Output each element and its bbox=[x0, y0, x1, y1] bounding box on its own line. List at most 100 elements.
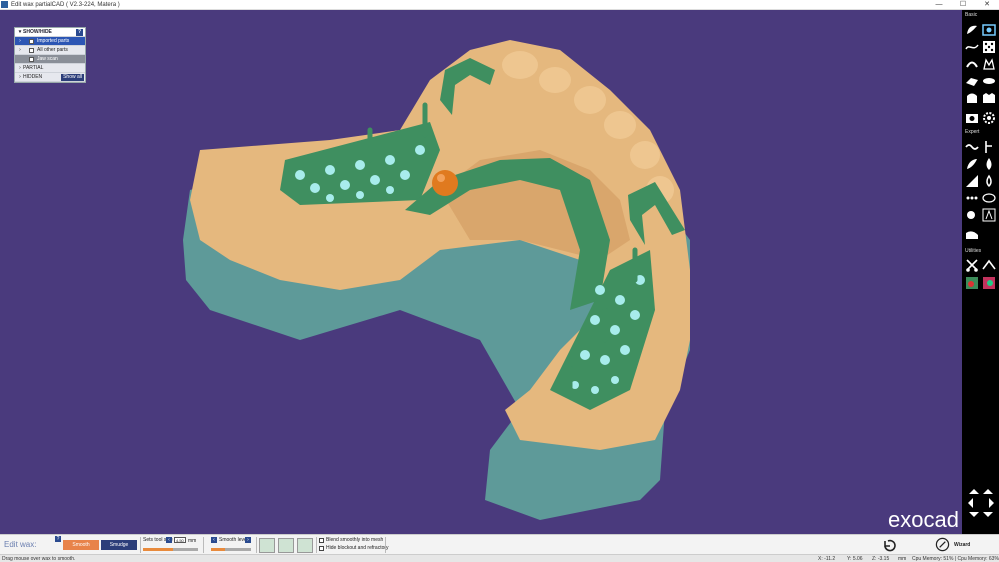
grid-icon[interactable] bbox=[982, 191, 996, 205]
undo-button[interactable] bbox=[882, 538, 896, 552]
divider bbox=[316, 537, 317, 553]
hide-blockout-label: Hide blockout and refractory bbox=[326, 545, 389, 551]
wizard-button[interactable]: Wizard bbox=[935, 536, 995, 554]
preset-thumbnail-3[interactable] bbox=[297, 538, 313, 553]
status-hint: Drag mouse over wax to smooth. bbox=[2, 556, 76, 562]
jaw-model[interactable] bbox=[0, 10, 962, 534]
scissors-icon[interactable] bbox=[965, 258, 979, 272]
help-button[interactable]: ? bbox=[76, 29, 83, 36]
right-toolbar: Basic Expert Utilities bbox=[962, 10, 999, 534]
section-expert: Expert bbox=[965, 129, 980, 135]
water-icon[interactable] bbox=[982, 174, 996, 188]
tool-size-slider[interactable] bbox=[143, 548, 198, 551]
smooth-level-increase-button[interactable]: › bbox=[245, 537, 251, 543]
window-title: Edit wax partialCAD ( V2.3-224, Matera ) bbox=[11, 1, 120, 8]
maximize-button[interactable]: ☐ bbox=[951, 0, 975, 10]
show-hide-panel: ▾ SHOW/HIDE ? › Imported parts › All oth… bbox=[14, 27, 86, 83]
wizard-label: Wizard bbox=[954, 542, 971, 548]
divider bbox=[385, 537, 386, 553]
section-utilities: Utilities bbox=[965, 248, 982, 254]
plate-icon[interactable] bbox=[965, 74, 979, 88]
wave-icon[interactable] bbox=[965, 140, 979, 154]
list-item-label: All other parts bbox=[37, 47, 68, 53]
expand-icon[interactable]: › bbox=[17, 38, 23, 44]
tool-cursor-ball bbox=[432, 170, 458, 196]
divider bbox=[203, 537, 204, 553]
tool-options-panel: Edit wax: ? Smooth Smudge Sets tool size… bbox=[0, 534, 999, 554]
wire-icon[interactable] bbox=[965, 40, 979, 54]
drop-icon[interactable] bbox=[982, 157, 996, 171]
minimize-button[interactable]: — bbox=[927, 0, 951, 10]
hidden-label: HIDDEN bbox=[23, 74, 43, 80]
undo-icon bbox=[884, 539, 896, 552]
smooth-button[interactable]: Smooth bbox=[63, 540, 99, 550]
expand-icon[interactable]: › bbox=[17, 47, 23, 53]
visibility-checkbox[interactable] bbox=[29, 56, 34, 62]
close-button[interactable]: ✕ bbox=[975, 0, 999, 10]
title-bar: Edit wax partialCAD ( V2.3-224, Matera )… bbox=[0, 0, 999, 10]
base-icon[interactable] bbox=[965, 227, 979, 241]
exocad-logo: exocad bbox=[888, 507, 959, 532]
model-green-icon[interactable] bbox=[965, 276, 979, 290]
preset-thumbnail-2[interactable] bbox=[278, 538, 294, 553]
model-red-icon[interactable] bbox=[982, 276, 996, 290]
list-item-all-other-parts[interactable]: › All other parts bbox=[15, 46, 85, 55]
gear-icon[interactable] bbox=[982, 111, 996, 125]
decrease-size-button[interactable]: ‹ bbox=[166, 537, 172, 543]
texture-icon[interactable] bbox=[965, 174, 979, 188]
sculpt-icon[interactable] bbox=[965, 208, 979, 222]
divider bbox=[256, 537, 257, 553]
text-icon[interactable] bbox=[982, 208, 996, 222]
list-item-jaw-scan[interactable]: Jaw scan bbox=[15, 55, 85, 64]
dots-icon[interactable] bbox=[965, 191, 979, 205]
navigation-arrows-icon[interactable] bbox=[967, 488, 995, 518]
tooth-icon[interactable] bbox=[965, 91, 979, 105]
hide-blockout-checkbox[interactable] bbox=[319, 546, 324, 551]
preset-thumbnail-1[interactable] bbox=[259, 538, 275, 553]
partial-section[interactable]: › PARTIAL bbox=[15, 64, 85, 73]
coord-z: Z: -3.15 bbox=[872, 556, 890, 562]
window-controls: — ☐ ✕ bbox=[927, 0, 999, 10]
wizard-icon bbox=[935, 537, 950, 552]
tool-size-value[interactable]: 4.50 bbox=[174, 537, 186, 543]
wax-knife-icon[interactable] bbox=[965, 157, 979, 171]
coord-unit: mm bbox=[898, 556, 907, 562]
retention-icon[interactable] bbox=[982, 57, 996, 71]
visibility-checkbox[interactable] bbox=[29, 38, 34, 44]
tool-size-slider-fill bbox=[143, 548, 174, 551]
app-icon bbox=[1, 1, 8, 8]
partial-label: PARTIAL bbox=[23, 65, 44, 71]
scan-icon[interactable] bbox=[982, 23, 996, 37]
show-all-button[interactable]: Show all bbox=[61, 74, 84, 81]
smudge-button[interactable]: Smudge bbox=[101, 540, 137, 550]
section-basic: Basic bbox=[965, 12, 978, 18]
visibility-checkbox[interactable] bbox=[29, 47, 34, 53]
list-item-imported-parts[interactable]: › Imported parts bbox=[15, 37, 85, 46]
tool-size-unit: mm bbox=[188, 538, 197, 544]
3d-viewport[interactable]: ▾ SHOW/HIDE ? › Imported parts › All oth… bbox=[0, 10, 962, 534]
smooth-level-decrease-button[interactable]: ‹ bbox=[211, 537, 217, 543]
show-hide-title: SHOW/HIDE bbox=[23, 29, 52, 35]
memory-status: Cpu Memory: 51% | Cpu Memory: 63% bbox=[912, 556, 999, 562]
divider bbox=[140, 537, 141, 553]
camera-icon[interactable] bbox=[965, 111, 979, 125]
mesh-icon[interactable] bbox=[982, 40, 996, 54]
add-wax-icon[interactable] bbox=[965, 23, 979, 37]
show-hide-header[interactable]: ▾ SHOW/HIDE ? bbox=[15, 28, 85, 37]
probe-icon[interactable] bbox=[982, 140, 996, 154]
smooth-level-label: Smooth level bbox=[219, 537, 248, 543]
mode-title: Edit wax: bbox=[4, 540, 37, 549]
bar-icon[interactable] bbox=[982, 74, 996, 88]
help-button[interactable]: ? bbox=[55, 536, 61, 542]
smooth-level-slider[interactable] bbox=[211, 548, 251, 551]
hidden-section[interactable]: › HIDDEN Show all bbox=[15, 73, 85, 82]
clasp-icon[interactable] bbox=[965, 57, 979, 71]
cut-icon[interactable] bbox=[982, 258, 996, 272]
list-item-label: Jaw scan bbox=[37, 56, 58, 62]
teeth-icon[interactable] bbox=[982, 91, 996, 105]
list-item-label: Imported parts bbox=[37, 38, 70, 44]
smooth-level-slider-fill bbox=[211, 548, 225, 551]
blend-checkbox[interactable] bbox=[319, 538, 324, 543]
status-bar: Drag mouse over wax to smooth. X: -11.2 … bbox=[0, 554, 999, 562]
coord-x: X: -11.2 bbox=[818, 556, 836, 562]
